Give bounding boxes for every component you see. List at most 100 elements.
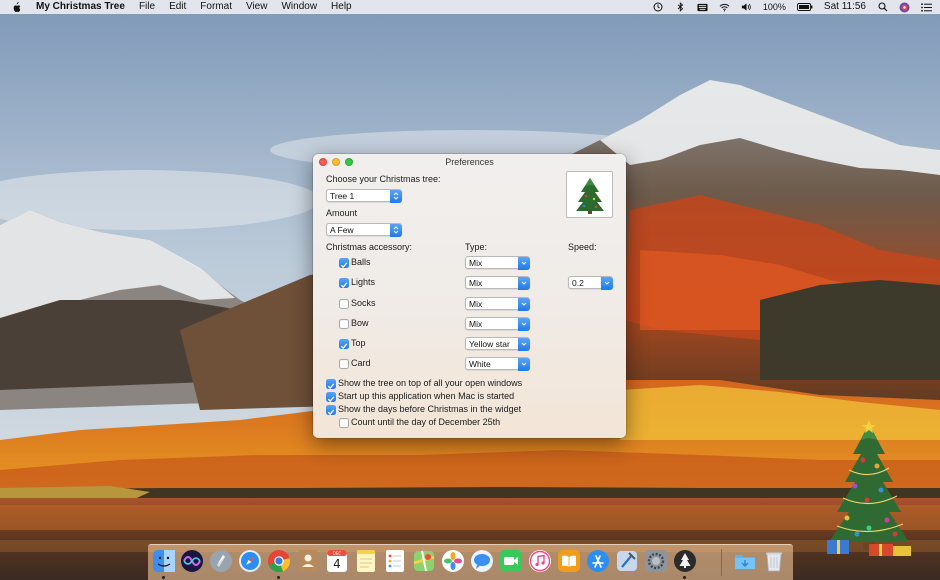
show-days-label: Show the days before Christmas in the wi… <box>338 404 522 414</box>
ibooks-icon[interactable] <box>557 549 581 573</box>
siri-icon[interactable] <box>180 549 204 573</box>
preferences-window: Preferences Choose your Christmas tree: … <box>313 154 626 438</box>
maps-icon[interactable] <box>412 549 436 573</box>
desktop-christmas-tree[interactable] <box>823 420 915 558</box>
chevron-down-icon <box>517 297 530 311</box>
card-type-select[interactable]: White <box>465 357 530 371</box>
lights-type-select[interactable]: Mix <box>465 276 530 290</box>
window-title: Preferences <box>445 157 494 167</box>
balls-type-select[interactable]: Mix <box>465 256 530 270</box>
bow-type-value: Mix <box>469 319 483 329</box>
itunes-icon[interactable] <box>528 549 552 573</box>
window-titlebar[interactable]: Preferences <box>313 154 626 171</box>
status-area: 100% Sat 11:56 <box>653 0 932 14</box>
tree-select[interactable]: Tree 1 <box>326 189 402 203</box>
bluetooth-icon[interactable] <box>675 2 686 13</box>
spotlight-search-icon[interactable] <box>877 2 888 13</box>
card-checkbox[interactable] <box>339 359 349 369</box>
count-until-label: Count until the day of December 25th <box>351 417 501 427</box>
my-christmas-tree-app-icon[interactable] <box>673 549 697 573</box>
reminders-icon[interactable] <box>383 549 407 573</box>
calendar-month-text: DEC <box>333 551 342 556</box>
startup-label: Start up this application when Mac is st… <box>338 391 515 401</box>
dock: DEC 4 <box>148 544 793 580</box>
top-checkbox[interactable] <box>339 339 349 350</box>
menu-window[interactable]: Window <box>281 0 317 14</box>
menu-file[interactable]: File <box>139 0 155 14</box>
photos-icon[interactable] <box>441 549 465 573</box>
xcode-icon[interactable] <box>615 549 639 573</box>
top-type-value: Yellow star <box>469 339 510 349</box>
chevron-up-down-icon <box>389 189 402 203</box>
volume-icon[interactable] <box>741 2 752 13</box>
count-until-checkbox[interactable] <box>339 418 349 428</box>
battery-percent[interactable]: 100% <box>763 0 786 14</box>
amount-select[interactable]: A Few <box>326 223 402 237</box>
bow-label: Bow <box>351 318 369 328</box>
balls-label: Balls <box>351 257 371 267</box>
show-on-top-checkbox[interactable] <box>326 379 336 390</box>
menu-edit[interactable]: Edit <box>169 0 186 14</box>
apple-logo-icon[interactable] <box>12 1 22 13</box>
menu-bar: My Christmas Tree File Edit Format View … <box>0 0 940 14</box>
launchpad-icon[interactable] <box>209 549 233 573</box>
menu-format[interactable]: Format <box>200 0 232 14</box>
choose-tree-label: Choose your Christmas tree: <box>326 174 441 184</box>
facetime-icon[interactable] <box>499 549 523 573</box>
accessory-header: Christmas accessory: <box>326 242 413 252</box>
lights-speed-select[interactable]: 0.2 <box>568 276 613 290</box>
bow-checkbox[interactable] <box>339 319 349 329</box>
lights-type-value: Mix <box>469 278 483 288</box>
finder-running-indicator <box>162 576 165 579</box>
bow-type-select[interactable]: Mix <box>465 317 530 331</box>
messages-icon[interactable] <box>470 549 494 573</box>
finder-icon[interactable] <box>152 549 176 573</box>
chevron-down-icon <box>517 256 530 270</box>
tree-preview-image <box>566 171 613 218</box>
system-preferences-icon[interactable] <box>644 549 668 573</box>
menu-help[interactable]: Help <box>331 0 352 14</box>
lights-checkbox[interactable] <box>339 278 349 289</box>
contacts-icon[interactable] <box>296 549 320 573</box>
calendar-icon[interactable]: DEC 4 <box>325 549 349 573</box>
chevron-down-icon <box>517 317 530 331</box>
startup-checkbox[interactable] <box>326 392 336 403</box>
trash-icon[interactable] <box>762 549 786 573</box>
chevron-down-icon <box>517 357 530 371</box>
user-avatar-icon[interactable] <box>899 2 910 13</box>
lights-label: Lights <box>351 277 376 287</box>
calendar-day-text: 4 <box>333 557 341 571</box>
show-on-top-label: Show the tree on top of all your open wi… <box>338 378 523 388</box>
time-machine-icon[interactable] <box>653 2 664 13</box>
dock-separator <box>721 549 722 576</box>
menu-app-name[interactable]: My Christmas Tree <box>36 0 125 14</box>
socks-type-value: Mix <box>469 299 483 309</box>
socks-label: Socks <box>351 298 376 308</box>
top-label: Top <box>351 338 366 348</box>
wifi-icon[interactable] <box>719 2 730 13</box>
christmas-tree-running-indicator <box>683 576 686 579</box>
keyboard-icon[interactable] <box>697 2 708 13</box>
notes-icon[interactable] <box>354 549 378 573</box>
balls-checkbox[interactable] <box>339 258 349 269</box>
amount-select-value: A Few <box>330 225 354 235</box>
socks-type-select[interactable]: Mix <box>465 297 530 311</box>
socks-checkbox[interactable] <box>339 299 349 309</box>
show-days-checkbox[interactable] <box>326 405 336 416</box>
battery-icon[interactable] <box>796 2 813 13</box>
amount-label: Amount <box>326 208 358 218</box>
type-header: Type: <box>465 242 488 252</box>
top-type-select[interactable]: Yellow star <box>465 337 530 351</box>
menu-view[interactable]: View <box>246 0 268 14</box>
speed-header: Speed: <box>568 242 597 252</box>
chevron-up-down-icon <box>389 223 402 237</box>
notification-center-icon[interactable] <box>921 2 932 13</box>
safari-icon[interactable] <box>238 549 262 573</box>
chevron-down-icon <box>517 276 530 290</box>
app-store-icon[interactable] <box>586 549 610 573</box>
menubar-clock[interactable]: Sat 11:56 <box>824 0 866 14</box>
card-type-value: White <box>469 359 491 369</box>
lights-speed-value: 0.2 <box>572 278 584 288</box>
chrome-icon[interactable] <box>267 549 291 573</box>
downloads-folder-icon[interactable] <box>733 549 757 573</box>
